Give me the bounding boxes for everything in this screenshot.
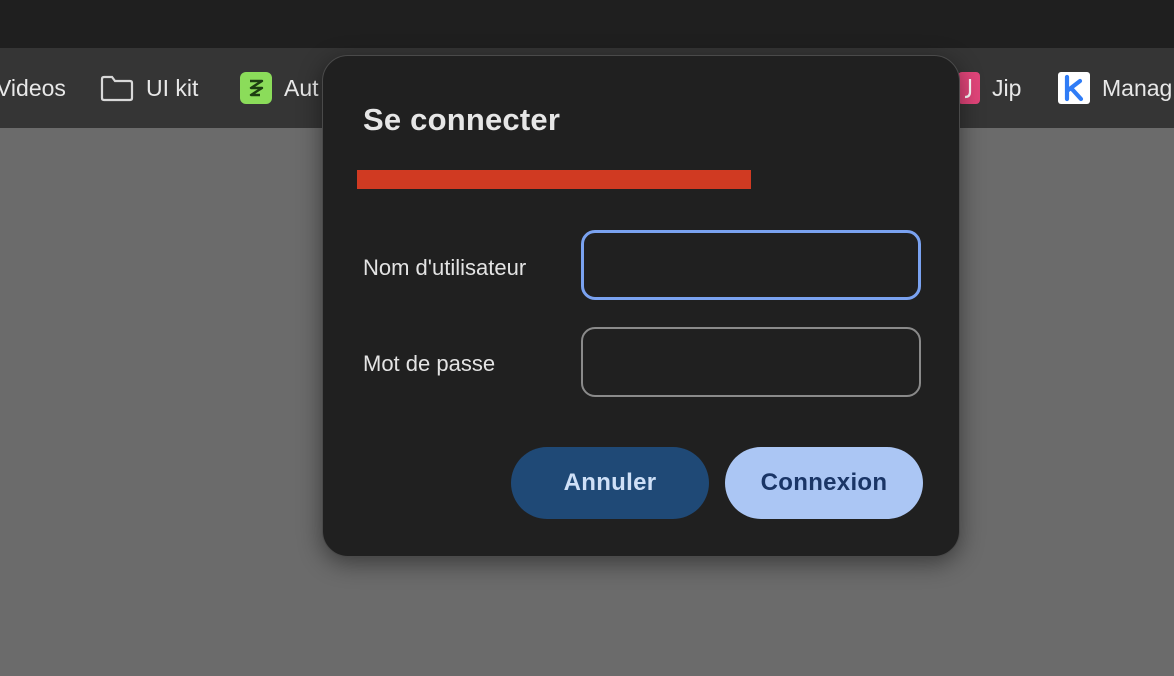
bookmark-jip[interactable]: Jip <box>958 48 1021 128</box>
folder-icon <box>100 74 134 102</box>
k-app-icon <box>1058 72 1090 104</box>
login-dialog: Se connecter Nom d'utilisateur Mot de pa… <box>322 55 960 557</box>
green-app-icon <box>240 72 272 104</box>
bookmark-ui-kit[interactable]: UI kit <box>100 48 198 128</box>
bookmark-label: Manag <box>1102 74 1173 101</box>
username-input[interactable] <box>581 230 921 300</box>
browser-title-strip <box>0 0 1174 48</box>
bookmark-label: Videos <box>0 74 66 101</box>
bookmark-label: UI kit <box>146 74 199 101</box>
redaction-bar <box>357 170 751 189</box>
login-button[interactable]: Connexion <box>725 447 923 519</box>
bookmark-label: Aut <box>284 74 319 101</box>
cancel-button[interactable]: Annuler <box>511 447 709 519</box>
password-label: Mot de passe <box>363 351 496 376</box>
dialog-title: Se connecter <box>363 102 561 137</box>
username-label: Nom d'utilisateur <box>363 255 527 280</box>
pink-app-icon <box>958 72 980 104</box>
password-input[interactable] <box>581 327 921 397</box>
bookmark-label: Jip <box>992 74 1022 101</box>
bookmark-manag[interactable]: Manag <box>1058 48 1172 128</box>
bookmark-videos[interactable]: Videos <box>0 48 66 128</box>
bookmark-aut[interactable]: Aut <box>240 48 319 128</box>
